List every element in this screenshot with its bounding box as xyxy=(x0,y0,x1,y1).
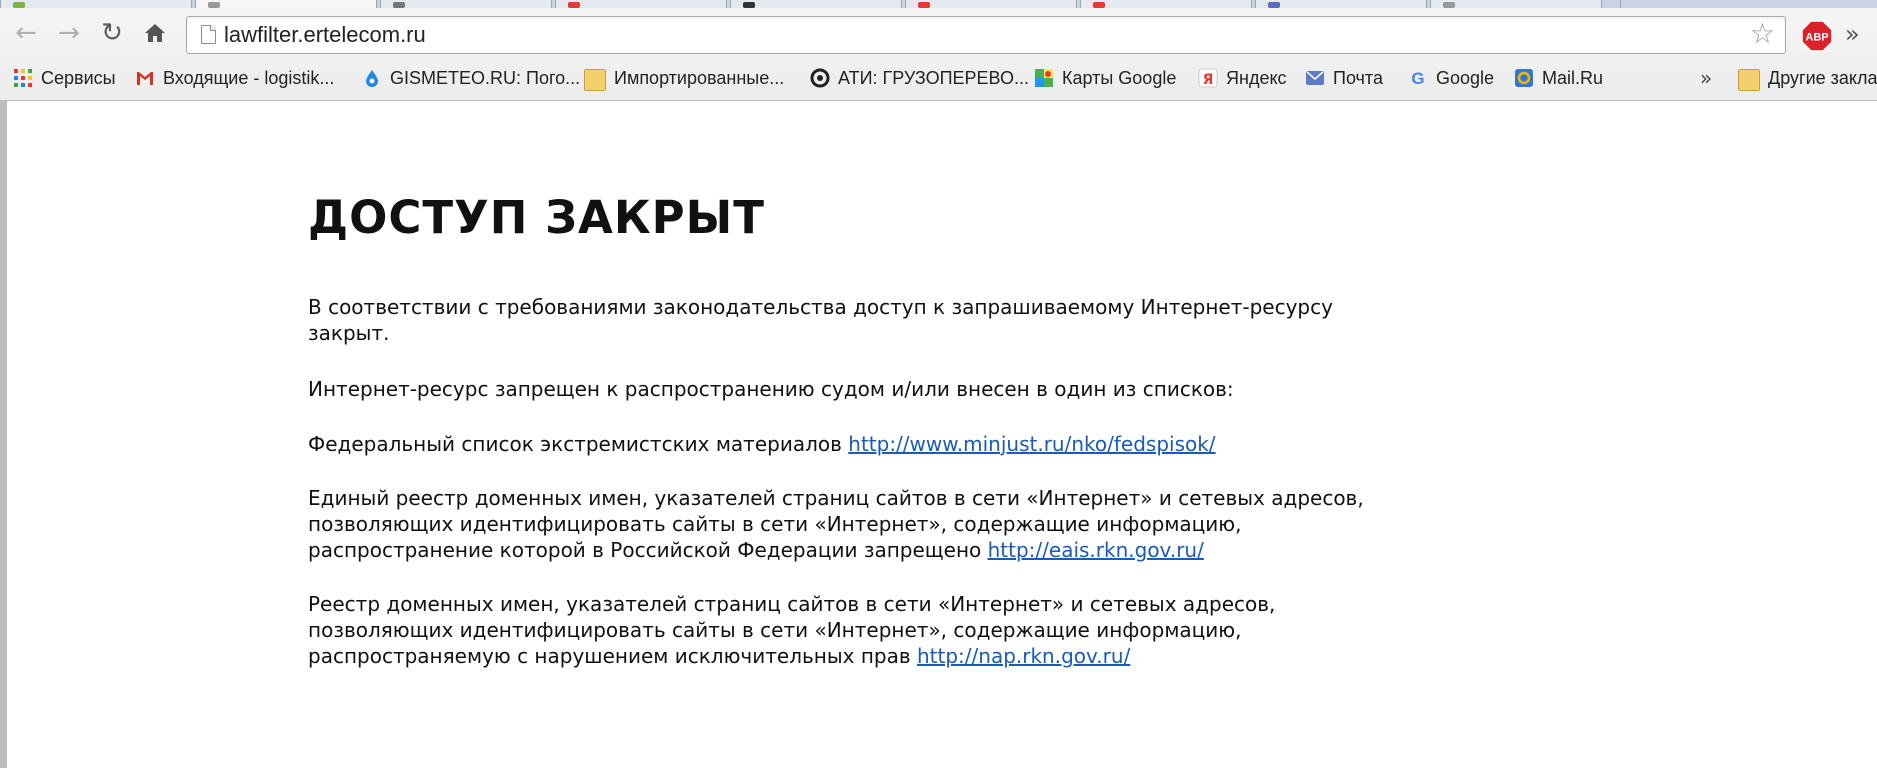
mail-icon xyxy=(1305,68,1325,88)
bookmark-yandex[interactable]: Я Яндекс xyxy=(1198,66,1287,90)
toolbar: ← → ↻ lawfilter.ertelecom.ru ☆ ABP » xyxy=(0,8,1877,60)
bookmark-mailru[interactable]: Mail.Ru xyxy=(1514,66,1603,90)
bookmark-label: АТИ: ГРУЗОПЕРЕВО... xyxy=(838,67,1029,88)
bookmark-label: Сервисы xyxy=(41,67,116,88)
bookmark-label: Входящие - logistik... xyxy=(163,67,335,88)
lists-intro-paragraph: Интернет-ресурс запрещен к распространен… xyxy=(308,377,1234,401)
back-arrow-icon[interactable]: ← xyxy=(11,18,41,48)
gmail-icon xyxy=(135,68,155,88)
adblock-icon[interactable]: ABP xyxy=(1801,20,1833,52)
tab[interactable] xyxy=(905,0,1077,8)
bookmark-label: Импортированные... xyxy=(614,67,785,88)
tab[interactable] xyxy=(555,0,727,8)
bookmark-label: Google xyxy=(1436,67,1495,88)
extensions-overflow-button[interactable]: » xyxy=(1845,20,1860,48)
bookmark-label: Mail.Ru xyxy=(1542,67,1604,88)
minjust-link[interactable]: http://www.minjust.ru/nko/fedspisok/ xyxy=(848,432,1215,456)
extremist-list-text: Федеральный список экстремистских матери… xyxy=(308,432,842,456)
extremist-list-paragraph: Федеральный список экстремистских матери… xyxy=(308,431,1368,457)
apps-grid-icon xyxy=(13,68,33,88)
forward-arrow-icon[interactable]: → xyxy=(54,18,84,48)
bookmark-label: Карты Google xyxy=(1062,67,1177,88)
page-icon xyxy=(201,25,216,44)
adblock-octagon: ABP xyxy=(1801,20,1833,52)
eais-link[interactable]: http://eais.rkn.gov.ru/ xyxy=(988,538,1204,562)
tab-active[interactable] xyxy=(195,0,377,8)
bookmark-label: GISMETEO.RU: Пого... xyxy=(390,67,581,88)
folder-icon xyxy=(1738,68,1760,91)
window-controls[interactable] xyxy=(1680,0,1870,8)
tab[interactable] xyxy=(0,0,192,8)
yandex-icon: Я xyxy=(1198,68,1218,88)
new-tab-button[interactable] xyxy=(1620,0,1682,8)
nap-registry-paragraph: Реестр доменных имен, указателей страниц… xyxy=(308,591,1368,669)
bookmarks-bar: Сервисы Входящие - logistik... GISMETEO.… xyxy=(0,60,1877,96)
tab[interactable] xyxy=(1080,0,1252,8)
bookmark-gmail[interactable]: Входящие - logistik... xyxy=(135,66,334,90)
bookmark-label: Почта xyxy=(1333,67,1383,88)
bookmark-google[interactable]: G Google xyxy=(1408,66,1494,90)
home-icon-shape xyxy=(145,24,165,42)
bookmark-label: Яндекс xyxy=(1226,67,1287,88)
tab[interactable] xyxy=(1430,0,1602,8)
bookmark-gismeteo[interactable]: GISMETEO.RU: Пого... xyxy=(362,66,580,90)
tab[interactable] xyxy=(380,0,552,8)
address-bar[interactable]: lawfilter.ertelecom.ru ☆ xyxy=(186,16,1786,54)
svg-text:Я: Я xyxy=(1203,72,1214,88)
bookmarks-overflow-chevron[interactable]: » xyxy=(1700,66,1712,90)
eais-registry-paragraph: Единый реестр доменных имен, указателей … xyxy=(308,485,1368,563)
browser-chrome: ← → ↻ lawfilter.ertelecom.ru ☆ ABP » Сер… xyxy=(0,0,1877,101)
nap-link[interactable]: http://nap.rkn.gov.ru/ xyxy=(917,644,1130,668)
reload-icon[interactable]: ↻ xyxy=(97,18,127,48)
folder-icon xyxy=(584,68,606,91)
tab-strip xyxy=(0,0,1877,8)
mailru-icon xyxy=(1514,68,1534,88)
bookmark-imported-folder[interactable]: Импортированные... xyxy=(584,66,785,91)
svg-text:G: G xyxy=(1411,69,1424,88)
bookmark-label: Другие закладки xyxy=(1768,67,1877,88)
gismeteo-icon xyxy=(362,68,382,88)
tab[interactable] xyxy=(730,0,902,8)
intro-paragraph: В соответствии с требованиями законодате… xyxy=(308,295,1333,345)
bookmark-other-folder[interactable]: Другие закладки xyxy=(1738,66,1877,91)
tab[interactable] xyxy=(1255,0,1427,8)
bookmark-google-maps[interactable]: Карты Google xyxy=(1034,66,1176,90)
svg-text:ABP: ABP xyxy=(1805,32,1828,44)
url-text[interactable]: lawfilter.ertelecom.ru xyxy=(224,22,426,48)
bookmark-services[interactable]: Сервисы xyxy=(13,66,116,90)
bookmark-mail[interactable]: Почта xyxy=(1305,66,1383,90)
page-left-border xyxy=(0,101,7,768)
eais-registry-text: Единый реестр доменных имен, указателей … xyxy=(308,486,1364,562)
home-icon[interactable] xyxy=(140,18,170,48)
star-icon[interactable]: ☆ xyxy=(1750,19,1775,49)
google-icon: G xyxy=(1408,68,1428,88)
maps-icon xyxy=(1034,68,1054,88)
page-title: ДОСТУП ЗАКРЫТ xyxy=(308,191,765,244)
ati-icon xyxy=(810,68,830,88)
bookmark-ati[interactable]: АТИ: ГРУЗОПЕРЕВО... xyxy=(810,66,1029,90)
